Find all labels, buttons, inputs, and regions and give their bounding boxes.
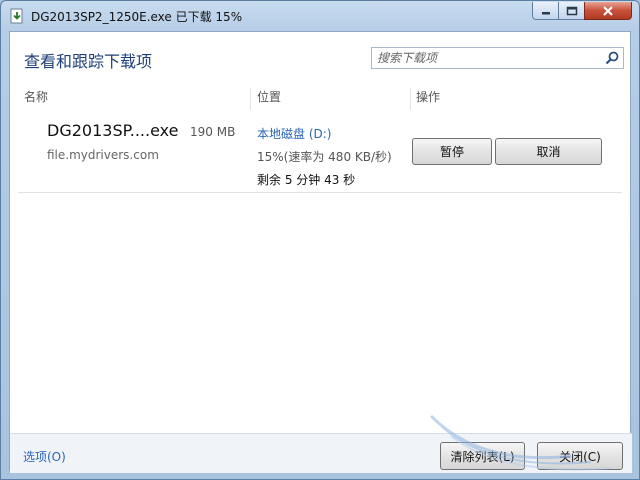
download-item[interactable]: DG2013SP....exe 190 MB file.mydrivers.co…: [18, 110, 622, 193]
search-icon[interactable]: [605, 51, 620, 66]
cancel-button[interactable]: 取消: [495, 138, 602, 165]
close-button[interactable]: 关闭(C): [537, 442, 623, 470]
clear-list-button[interactable]: 清除列表(L): [440, 442, 525, 470]
download-progress-text: 15%(速率为 480 KB/秒): [257, 150, 392, 164]
download-file-icon: [9, 8, 25, 24]
download-source: file.mydrivers.com: [47, 148, 159, 162]
download-file-name: DG2013SP....exe: [47, 121, 179, 140]
search-box[interactable]: [371, 47, 624, 69]
close-window-button[interactable]: [584, 2, 632, 20]
maximize-button[interactable]: [558, 2, 585, 20]
column-divider: [250, 88, 251, 110]
page-title: 查看和跟踪下载项: [24, 52, 153, 71]
download-panel: 查看和跟踪下载项 名称 位置 操作 DG2013SP....exe 190 MB…: [9, 31, 632, 473]
search-input[interactable]: [374, 49, 605, 67]
window-title: DG2013SP2_1250E.exe 已下载 15%: [31, 10, 243, 24]
column-header-action[interactable]: 操作: [416, 88, 440, 110]
download-location-link[interactable]: 本地磁盘 (D:): [257, 125, 331, 142]
download-manager-window: DG2013SP2_1250E.exe 已下载 15% 查看和跟踪下载项 名称 …: [0, 0, 640, 480]
pause-button[interactable]: 暂停: [412, 138, 492, 165]
download-file-size: 190 MB: [190, 125, 236, 139]
column-header-name[interactable]: 名称: [24, 88, 48, 110]
column-header-location[interactable]: 位置: [257, 88, 281, 110]
download-remaining-time: 剩余 5 分钟 43 秒: [257, 173, 356, 187]
footer-bar: 选项(O) 清除列表(L) 关闭(C): [10, 433, 632, 473]
minimize-icon: [541, 11, 550, 14]
title-bar[interactable]: DG2013SP2_1250E.exe 已下载 15%: [1, 1, 639, 31]
close-icon: [603, 5, 613, 16]
maximize-icon: [566, 6, 577, 15]
options-link[interactable]: 选项(O): [23, 448, 66, 465]
minimize-button[interactable]: [532, 2, 559, 20]
column-divider: [410, 88, 411, 110]
